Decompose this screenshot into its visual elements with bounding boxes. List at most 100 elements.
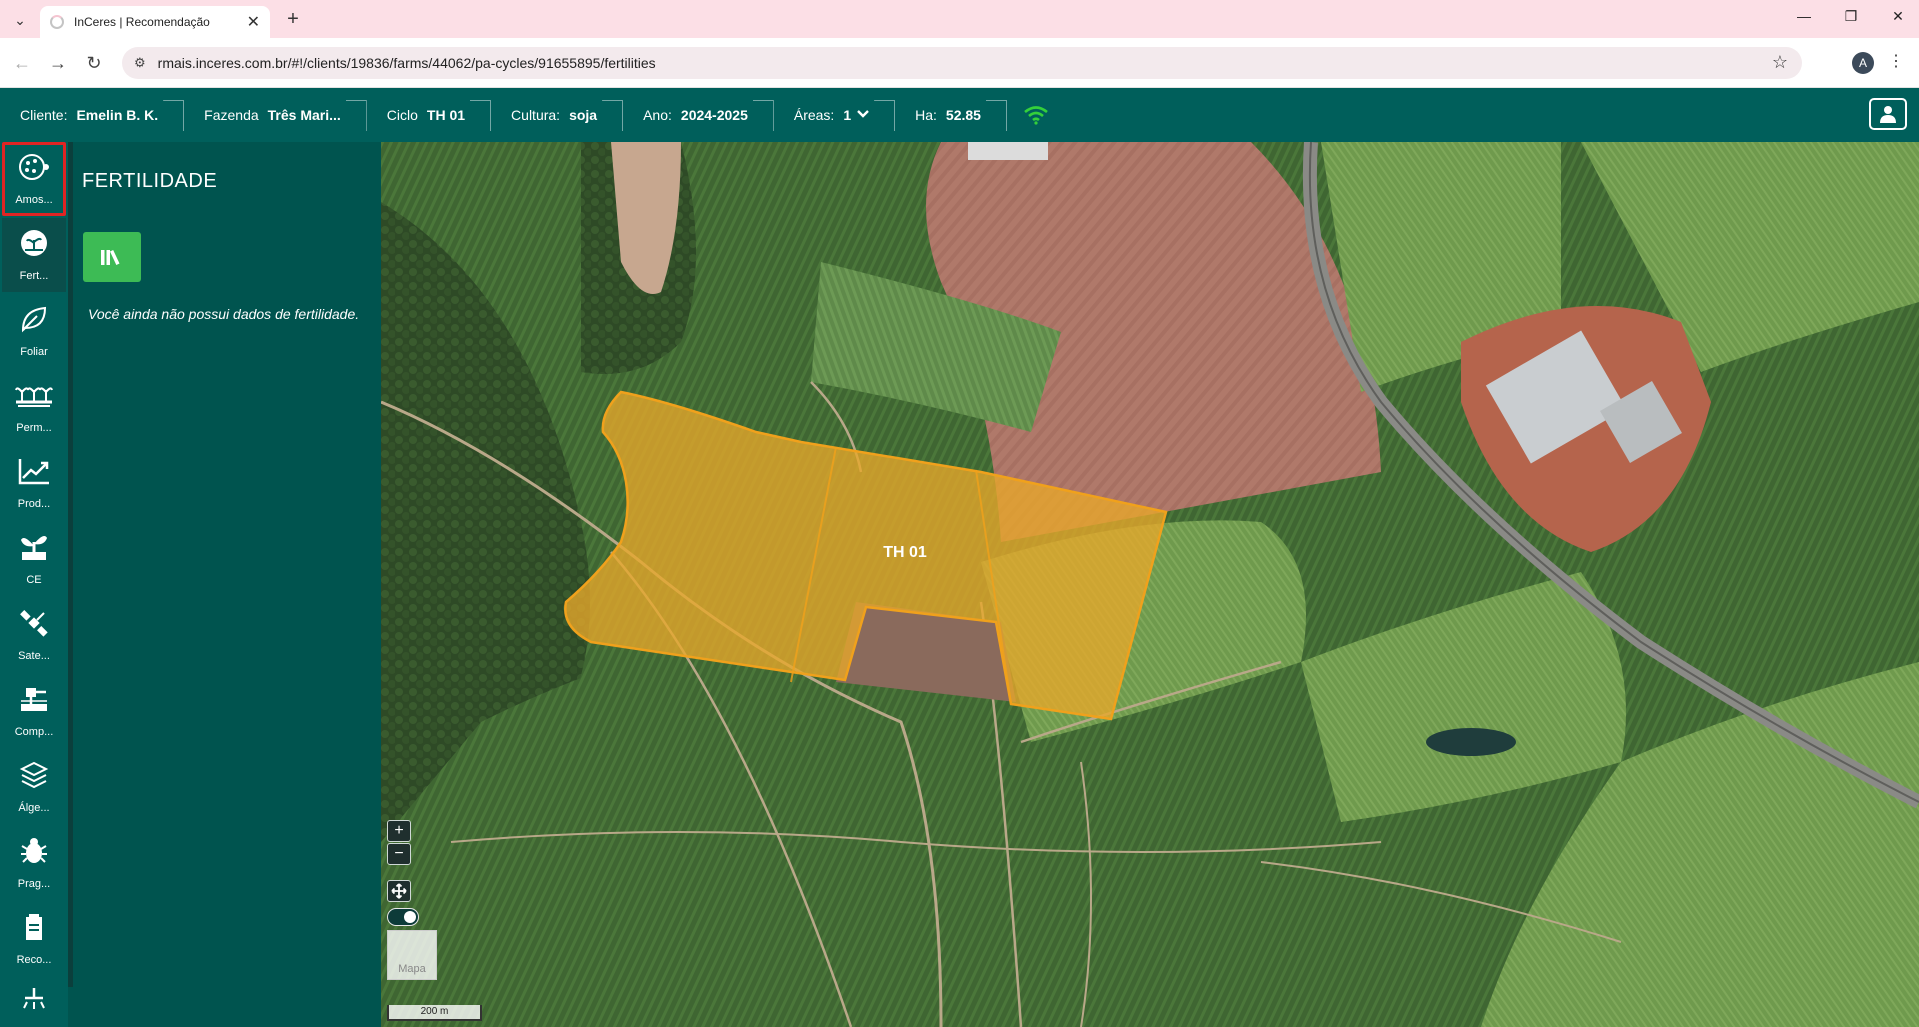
rail-item-recomendacao[interactable]: Reco... (2, 902, 66, 976)
rail-label: Álge... (18, 802, 50, 814)
satellite-map[interactable]: TH 01 (381, 142, 1919, 1027)
close-tab-icon[interactable]: ✕ (247, 12, 260, 32)
breadcrumb-cultura[interactable]: Cultura: soja (491, 88, 623, 142)
basemap-switcher[interactable]: Mapa (387, 930, 437, 980)
wifi-icon (1007, 88, 1075, 142)
rail-label: Sate... (18, 650, 50, 662)
breadcrumb-ciclo[interactable]: Ciclo TH 01 (367, 88, 491, 142)
pan-move-button[interactable] (387, 880, 411, 902)
field-label: TH 01 (883, 544, 927, 561)
rail-item-compactacao[interactable]: Comp... (2, 674, 66, 748)
rail-item-algebra[interactable]: Álge... (2, 750, 66, 824)
rail-item-fertilidade[interactable]: Fert... (2, 218, 66, 292)
layer-toggle[interactable] (387, 908, 419, 926)
back-icon[interactable]: ← (10, 51, 34, 75)
breadcrumb-cliente[interactable]: Cliente: Emelin B. K. (0, 88, 184, 142)
sprayer-icon (19, 984, 49, 1020)
library-icon (101, 249, 120, 266)
reload-icon[interactable]: ↻ (82, 51, 106, 75)
breadcrumb-areas[interactable]: Áreas: 1 (774, 88, 895, 142)
new-tab-button[interactable]: + (282, 8, 304, 30)
satellite-icon (19, 608, 49, 644)
plants-icon (14, 380, 54, 416)
rail-label: Fert... (19, 270, 49, 282)
sprout-icon (18, 532, 50, 568)
rail-label: Foliar (20, 346, 48, 358)
user-icon (1880, 106, 1896, 123)
rail-label: Perm... (16, 422, 52, 434)
chevron-down-icon (857, 108, 869, 122)
zoom-out-button[interactable]: − (387, 843, 411, 865)
layers-icon (19, 760, 49, 796)
areas-value: 1 (843, 107, 852, 123)
fazenda-label: Fazenda (204, 107, 259, 123)
ciclo-label: Ciclo (386, 107, 418, 123)
rail-label: Reco... (16, 954, 52, 966)
rail-label: Amos... (15, 194, 53, 206)
map-imagery: TH 01 (381, 142, 1919, 1027)
app-header: Cliente: Emelin B. K. Fazenda Três Mari.… (0, 88, 1919, 142)
restore-icon[interactable]: ❐ (1840, 8, 1862, 25)
ano-label: Ano: (643, 107, 672, 123)
mapa-label: Mapa (398, 963, 426, 975)
url-bar[interactable]: ⚙ rmais.inceres.com.br/#!/clients/19836/… (122, 47, 1802, 79)
rail-item-ce[interactable]: CE (2, 522, 66, 596)
left-navigation-rail: Amos... Fert... Foliar Perm... Prod... C… (0, 142, 68, 1027)
sampling-icon (17, 152, 51, 188)
ha-value: 52.85 (945, 107, 981, 123)
library-button[interactable] (83, 232, 141, 282)
move-arrows-icon (391, 883, 407, 899)
ha-label: Ha: (915, 107, 937, 123)
fazenda-value: Três Mari... (267, 107, 341, 123)
user-menu-button[interactable] (1869, 98, 1907, 130)
cultura-label: Cultura: (511, 107, 561, 123)
rail-item-produtividade[interactable]: Prod... (2, 446, 66, 520)
compaction-icon (18, 684, 50, 720)
rail-label: Comp... (14, 726, 54, 738)
rail-item-more[interactable] (2, 978, 66, 1027)
breadcrumb-fazenda[interactable]: Fazenda Três Mari... (184, 88, 367, 142)
bookmark-star-icon[interactable]: ☆ (1772, 52, 1788, 73)
fertility-panel: FERTILIDADE Você ainda não possui dados … (68, 142, 381, 1027)
rail-label: Prod... (17, 498, 51, 510)
ano-value: 2024-2025 (680, 107, 748, 123)
rail-item-pragas[interactable]: Prag... (2, 826, 66, 900)
fertility-icon (19, 228, 49, 264)
address-bar-row: ← → ↻ ⚙ rmais.inceres.com.br/#!/clients/… (0, 38, 1919, 88)
rail-item-satelite[interactable]: Sate... (2, 598, 66, 672)
minimize-icon[interactable]: — (1793, 8, 1815, 24)
rail-item-foliar[interactable]: Foliar (2, 294, 66, 368)
empty-state-message: Você ainda não possui dados de fertilida… (88, 306, 360, 322)
browser-tab[interactable]: InCeres | Recomendação ✕ (40, 6, 270, 38)
tab-search-dropdown[interactable]: ⌄ (8, 8, 32, 32)
toggle-knob (404, 911, 416, 923)
cultura-value: soja (569, 107, 598, 123)
map-scale-bar: 200 m (387, 1005, 482, 1021)
cliente-value: Emelin B. K. (76, 107, 159, 123)
loading-icon (50, 15, 64, 29)
rail-label: CE (26, 574, 42, 586)
chart-line-icon (17, 456, 51, 492)
bug-icon (19, 836, 49, 872)
rail-label: Prag... (17, 878, 51, 890)
breadcrumb-ha: Ha: 52.85 (895, 88, 1007, 142)
tab-title: InCeres | Recomendação (74, 15, 210, 29)
panel-scrollbar[interactable] (68, 142, 73, 987)
leaf-icon (19, 304, 49, 340)
browser-tab-bar: ⌄ InCeres | Recomendação ✕ + — ❐ ✕ (0, 0, 1919, 38)
profile-avatar[interactable]: A (1852, 52, 1874, 74)
areas-label: Áreas: (793, 107, 835, 123)
close-window-icon[interactable]: ✕ (1887, 8, 1909, 25)
recommendation-icon (21, 912, 47, 948)
cliente-label: Cliente: (20, 107, 68, 123)
forward-icon[interactable]: → (46, 51, 70, 75)
breadcrumb-ano[interactable]: Ano: 2024-2025 (623, 88, 774, 142)
rail-item-amostragem[interactable]: Amos... (2, 142, 66, 216)
rail-item-permanentes[interactable]: Perm... (2, 370, 66, 444)
browser-menu-icon[interactable]: ⋮ (1888, 51, 1904, 71)
ciclo-value: TH 01 (426, 107, 466, 123)
zoom-in-button[interactable]: + (387, 820, 411, 842)
url-text: rmais.inceres.com.br/#!/clients/19836/fa… (157, 55, 656, 71)
panel-title: FERTILIDADE (82, 170, 218, 192)
site-info-icon[interactable]: ⚙ (134, 55, 146, 71)
